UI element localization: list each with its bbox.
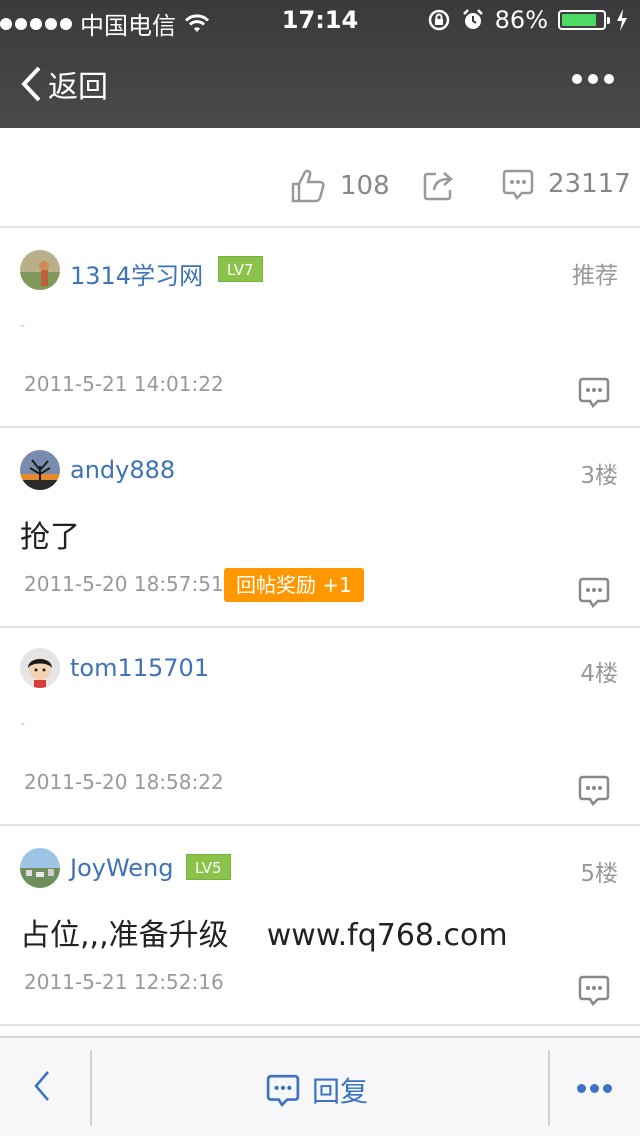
share-icon <box>423 172 453 201</box>
floor-label: 推荐 <box>572 263 618 289</box>
list-item: andy888 3楼 抢了 2011-5-20 18:57:51 回帖奖励 +1 <box>0 430 640 628</box>
comment-icon <box>266 1074 300 1107</box>
avatar[interactable] <box>20 648 60 688</box>
post-time: 2011-5-21 12:52:16 <box>24 970 224 994</box>
floor-label: 5楼 <box>580 861 618 887</box>
list-item: 1314学习网 LV7 推荐 - 2011-5-21 14:01:22 <box>0 230 640 428</box>
divider <box>548 1050 550 1126</box>
comment-icon <box>578 975 610 1007</box>
post-time: 2011-5-21 14:01:22 <box>24 372 224 396</box>
status-bar: 中国电信 17:14 86% <box>0 0 640 40</box>
post-content: - <box>20 318 26 334</box>
thumbs-up-icon <box>291 169 325 203</box>
divider <box>90 1050 92 1126</box>
reply-button[interactable] <box>578 774 610 810</box>
list-item: JoyWeng LV5 5楼 占位,,,准备升级 www.fq768.com 2… <box>0 828 640 1026</box>
alarm-icon <box>462 9 483 29</box>
battery-percent: 86% <box>494 6 548 34</box>
more-options-button[interactable] <box>577 1084 612 1093</box>
comment-icon <box>578 577 610 609</box>
avatar[interactable] <box>20 250 60 290</box>
reply-button[interactable]: 回复 <box>266 1070 368 1110</box>
avatar[interactable] <box>20 848 60 888</box>
post-stats: 108 23117 <box>0 128 640 228</box>
comment-icon <box>578 775 610 807</box>
username[interactable]: 1314学习网 <box>70 256 203 291</box>
back-label: 返回 <box>48 70 108 105</box>
comment-button[interactable]: 23117 <box>502 168 631 200</box>
level-badge: LV5 <box>186 854 231 880</box>
nav-bar: 返回 <box>0 40 640 128</box>
reply-label: 回复 <box>312 1075 369 1108</box>
back-button[interactable]: 返回 <box>20 62 108 106</box>
status-right: 86% <box>427 6 628 34</box>
reply-button[interactable] <box>578 376 610 412</box>
floor-label: 3楼 <box>580 463 618 489</box>
previous-button[interactable] <box>30 1068 54 1108</box>
charging-icon <box>617 9 627 31</box>
reply-button[interactable] <box>578 974 610 1010</box>
bottom-toolbar: 回复 <box>0 1036 640 1136</box>
like-count: 108 <box>340 171 390 201</box>
comment-icon <box>502 169 534 200</box>
rotation-lock-icon <box>428 9 449 31</box>
post-content: - <box>20 716 26 732</box>
username[interactable]: tom115701 <box>70 654 209 682</box>
avatar[interactable] <box>20 450 60 490</box>
list-item: tom115701 4楼 - 2011-5-20 18:58:22 <box>0 628 640 826</box>
share-button[interactable] <box>422 168 456 202</box>
reply-button[interactable] <box>578 576 610 612</box>
username[interactable]: andy888 <box>70 456 175 484</box>
chevron-left-icon <box>21 66 41 102</box>
post-content: 占位,,,准备升级 www.fq768.com <box>20 918 508 953</box>
more-options-button[interactable] <box>572 74 614 84</box>
level-badge: LV7 <box>218 256 263 282</box>
top-header: 中国电信 17:14 86% 返回 <box>0 0 640 128</box>
like-button[interactable]: 108 <box>290 168 390 204</box>
post-content: 抢了 <box>20 520 80 555</box>
chevron-left-icon <box>34 1071 49 1101</box>
post-time: 2011-5-20 18:57:51 <box>24 572 224 596</box>
username[interactable]: JoyWeng <box>70 854 174 882</box>
comment-icon <box>578 377 610 409</box>
battery-icon <box>558 10 610 30</box>
floor-label: 4楼 <box>580 661 618 687</box>
post-time: 2011-5-20 18:58:22 <box>24 770 224 794</box>
comment-count: 23117 <box>548 169 631 199</box>
battery-fill <box>562 14 597 26</box>
reply-reward-badge: 回帖奖励 +1 <box>224 568 364 602</box>
